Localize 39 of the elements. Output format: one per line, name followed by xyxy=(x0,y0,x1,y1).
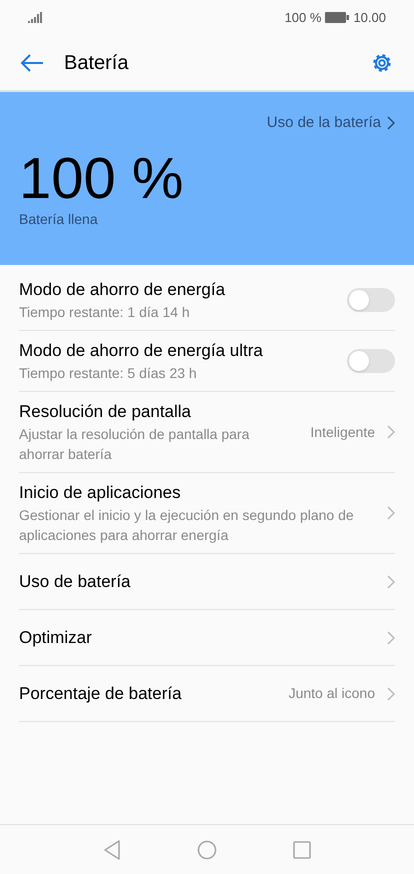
settings-row[interactable]: Modo de ahorro de energía ultra Tiempo restante: 5 días 23 h xyxy=(19,331,395,392)
settings-row[interactable]: Porcentaje de batería Junto al icono xyxy=(19,666,395,722)
setting-description: Tiempo restante: 5 días 23 h xyxy=(19,364,198,383)
signal-icon xyxy=(28,12,42,23)
chevron-icon xyxy=(387,630,395,644)
recents-button[interactable] xyxy=(293,840,311,858)
chevron-icon xyxy=(387,574,395,588)
setting-title: Modo de ahorro de energía xyxy=(19,279,226,301)
settings-row[interactable]: Resolución de pantalla Ajustar la resolución de pantalla para ahorrar batería Inteligente xyxy=(19,392,395,473)
home-button[interactable] xyxy=(197,840,217,860)
setting-description: Tiempo restante: 1 día 14 h xyxy=(19,303,191,322)
toggle-switch[interactable] xyxy=(347,349,395,373)
settings-row[interactable]: Inicio de aplicaciones Gestionar el inicio y la ejecución en segundo plano de aplicaciones para ahorrar energía xyxy=(19,473,395,554)
chevron-icon xyxy=(387,686,395,700)
screen-title: Batería xyxy=(64,50,128,76)
setting-title: Porcentaje de batería xyxy=(19,682,183,704)
setting-title: Uso de batería xyxy=(19,570,132,592)
chevron-icon xyxy=(387,116,395,130)
setting-title: Modo de ahorro de energía ultra xyxy=(19,340,264,362)
toggle-switch[interactable] xyxy=(347,288,395,312)
setting-value: Inteligente xyxy=(310,422,375,442)
back-nav-button[interactable] xyxy=(103,838,121,860)
setting-description: Ajustar la resolución de pantalla para ahorrar batería xyxy=(19,425,250,464)
setting-title: Inicio de aplicaciones xyxy=(19,482,182,504)
battery-percentage: 100 % xyxy=(284,8,322,27)
setting-value: Junto al icono xyxy=(288,684,375,703)
chevron-icon xyxy=(387,506,395,520)
clock: 10.00 xyxy=(353,8,386,27)
chevron-icon xyxy=(387,425,395,439)
settings-row[interactable]: Uso de batería xyxy=(19,554,395,610)
settings-row[interactable]: Modo de ahorro de energía Tiempo restante: 1 día 14 h xyxy=(19,270,395,331)
setting-description: Gestionar el inicio y la ejecución en segundo plano de aplicaciones para ahorrar energía xyxy=(19,506,355,545)
battery-percent: 100 % xyxy=(19,148,184,208)
battery-status: Batería llena xyxy=(19,210,98,228)
setting-title: Resolución de pantalla xyxy=(19,401,192,423)
settings-row[interactable]: Optimizar xyxy=(19,610,395,666)
battery-icon xyxy=(325,12,350,23)
setting-title: Optimizar xyxy=(19,626,93,648)
battery-usage-link[interactable]: Uso de la batería xyxy=(266,112,395,134)
